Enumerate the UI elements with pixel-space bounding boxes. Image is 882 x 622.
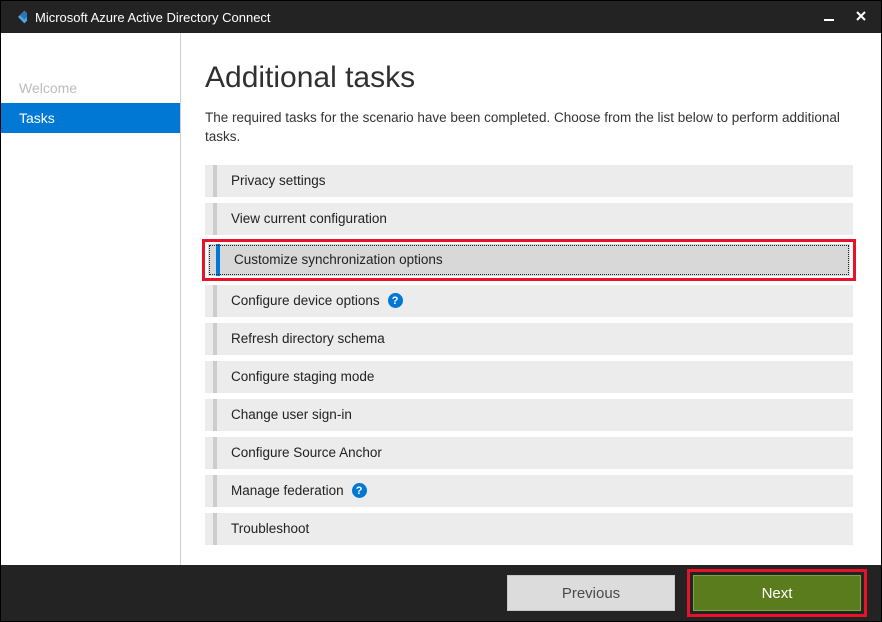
task-row[interactable]: Manage federation? — [205, 475, 853, 507]
sidebar-item-welcome[interactable]: Welcome — [1, 73, 180, 103]
task-row[interactable]: Change user sign-in — [205, 399, 853, 431]
accent-stripe — [216, 244, 220, 276]
minimize-button[interactable] — [817, 9, 841, 25]
sidebar-item-tasks[interactable]: Tasks — [1, 103, 180, 133]
main-content: Additional tasks The required tasks for … — [181, 33, 881, 565]
previous-button[interactable]: Previous — [507, 575, 675, 611]
task-row[interactable]: Configure staging mode — [205, 361, 853, 393]
accent-stripe — [213, 165, 217, 197]
accent-stripe — [213, 203, 217, 235]
app-icon — [9, 8, 27, 26]
footer-bar: Previous Next — [1, 565, 881, 621]
title-bar: Microsoft Azure Active Directory Connect — [1, 1, 881, 33]
task-label: View current configuration — [231, 211, 387, 226]
task-highlight: Customize synchronization options — [202, 239, 856, 281]
accent-stripe — [213, 361, 217, 393]
task-label: Configure device options — [231, 293, 380, 308]
task-row[interactable]: Customize synchronization options — [208, 244, 850, 276]
task-label: Privacy settings — [231, 173, 326, 188]
task-label: Refresh directory schema — [231, 331, 385, 346]
task-list: Privacy settings View current configurati… — [205, 165, 853, 545]
task-row[interactable]: Configure Source Anchor — [205, 437, 853, 469]
accent-stripe — [213, 513, 217, 545]
close-button[interactable] — [849, 9, 873, 25]
accent-stripe — [213, 399, 217, 431]
wizard-sidebar: WelcomeTasks — [1, 33, 181, 565]
page-heading: Additional tasks — [205, 61, 853, 95]
task-row[interactable]: View current configuration — [205, 203, 853, 235]
task-label: Customize synchronization options — [234, 252, 443, 267]
window-title: Microsoft Azure Active Directory Connect — [35, 10, 271, 25]
task-label: Configure staging mode — [231, 369, 374, 384]
task-row[interactable]: Troubleshoot — [205, 513, 853, 545]
page-description: The required tasks for the scenario have… — [205, 109, 853, 147]
accent-stripe — [213, 285, 217, 317]
next-button-highlight: Next — [687, 569, 867, 617]
accent-stripe — [213, 475, 217, 507]
task-label: Troubleshoot — [231, 521, 309, 536]
accent-stripe — [213, 323, 217, 355]
task-label: Change user sign-in — [231, 407, 352, 422]
task-label: Manage federation — [231, 483, 344, 498]
help-icon[interactable]: ? — [388, 293, 403, 308]
next-button[interactable]: Next — [693, 575, 861, 611]
help-icon[interactable]: ? — [352, 483, 367, 498]
task-row[interactable]: Refresh directory schema — [205, 323, 853, 355]
task-row[interactable]: Configure device options? — [205, 285, 853, 317]
task-label: Configure Source Anchor — [231, 445, 382, 460]
task-row[interactable]: Privacy settings — [205, 165, 853, 197]
accent-stripe — [213, 437, 217, 469]
